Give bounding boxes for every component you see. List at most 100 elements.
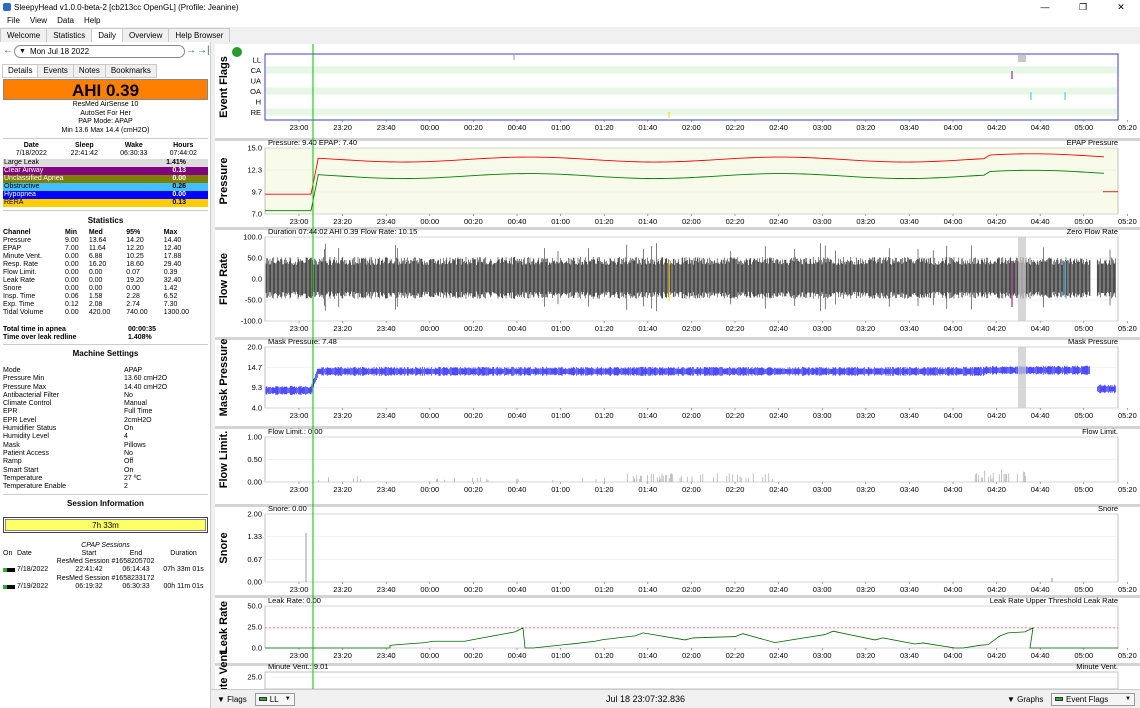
tab-daily[interactable]: Daily <box>91 28 123 43</box>
tab-details[interactable]: Details <box>2 64 39 78</box>
stats-cell: 13.64 <box>88 237 107 244</box>
menu-view[interactable]: View <box>30 16 47 25</box>
graph-title: Event Flags <box>218 56 230 118</box>
graph-title: Flow Rate <box>218 253 230 305</box>
stats-row: EPAP 7.00 11.64 12.20 12.40 <box>3 245 208 253</box>
stats-row: Resp. Rate 0.00 16.20 18.60 29.40 <box>3 261 208 269</box>
x-tick-label: 01:00 <box>551 411 570 420</box>
menu-help[interactable]: Help <box>84 16 100 25</box>
session-duration-bar[interactable]: 7h 33m <box>3 517 208 533</box>
setting-value: 13.60 cmH2O <box>124 375 168 383</box>
tab-overview[interactable]: Overview <box>122 28 170 42</box>
graph-separator[interactable] <box>215 504 1140 507</box>
total-key: Time over leak redline <box>3 334 77 341</box>
x-tick-label: 02:00 <box>682 123 701 132</box>
menu-data[interactable]: Data <box>57 16 74 25</box>
y-tick-label: 50.0 <box>247 254 262 263</box>
session-row[interactable]: 7/18/2022 22:41:42 06:14:43 07h 33m 01s <box>3 566 208 575</box>
setting-row: Temperature Enable 2 <box>3 483 208 491</box>
minimize-icon[interactable]: — <box>1026 0 1064 14</box>
x-tick-label: 00:40 <box>508 411 527 420</box>
plot-area[interactable] <box>264 346 1119 409</box>
flags-menu-button[interactable]: ▼ Flags <box>217 695 247 704</box>
flag-row-label: CA <box>251 66 261 75</box>
machine-mode: PAP Mode: APAP <box>78 118 133 125</box>
graph-select[interactable]: Event Flags ▼ <box>1051 692 1135 706</box>
x-tick-label: 05:00 <box>1074 217 1093 226</box>
stats-cell: 19.20 <box>126 277 144 284</box>
x-tick-label: 02:00 <box>682 485 701 494</box>
x-tick-label: 00:00 <box>420 485 439 494</box>
session-row[interactable]: 7/19/2022 06:19:32 06:30:33 00h 11m 01s <box>3 583 208 592</box>
x-tick-label: 04:20 <box>987 324 1006 333</box>
machine-pressure-range: Min 13.6 Max 14.4 (cmH2O) <box>61 126 150 134</box>
left-panel: ← ▼ Mon Jul 18 2022 → →| Details Events … <box>0 42 211 708</box>
x-tick-label: 23:40 <box>377 585 396 594</box>
x-tick-label: 04:00 <box>944 411 963 420</box>
tab-welcome[interactable]: Welcome <box>0 28 48 42</box>
stats-cell: 0.00 <box>65 285 79 292</box>
stats-cell: 17.88 <box>163 253 182 260</box>
menu-file[interactable]: File <box>7 16 20 25</box>
divider <box>3 344 208 345</box>
tab-help-browser[interactable]: Help Browser <box>168 28 231 42</box>
setting-row: Temperature 27 ºC <box>3 475 208 483</box>
large-leak-span <box>1018 347 1026 408</box>
setting-value: 4 <box>124 433 128 441</box>
last-day-arrow-icon[interactable]: →| <box>197 45 210 57</box>
stats-row: Exp. Time 0.12 2.08 2.74 7.30 <box>3 301 208 309</box>
restore-icon[interactable]: ❐ <box>1064 0 1102 14</box>
tab-statistics[interactable]: Statistics <box>46 28 93 42</box>
plot-area[interactable] <box>264 671 1119 689</box>
session-checkbox[interactable] <box>3 566 17 575</box>
stats-cell: Leak Rate <box>3 277 35 284</box>
graph-separator[interactable] <box>215 426 1140 429</box>
x-tick-label: 00:00 <box>420 217 439 226</box>
graph-separator[interactable] <box>215 337 1140 340</box>
graph-separator[interactable] <box>215 663 1140 666</box>
tab-events[interactable]: Events <box>37 64 74 78</box>
graph-area[interactable]: Event Flags 23:00 23:20 23:40 00:00 00:20 00:4… <box>215 44 1140 689</box>
x-tick-label: 01:20 <box>595 485 614 494</box>
col-wake: Wake <box>124 142 143 149</box>
event-row: Clear Airway 0.13 <box>3 167 208 175</box>
date-picker[interactable]: ▼ Mon Jul 18 2022 <box>14 44 185 58</box>
y-tick-label: 50.0 <box>247 602 262 611</box>
x-tick-label: 23:20 <box>333 585 352 594</box>
col-date: Date <box>23 142 39 149</box>
stats-cell: 7.00 <box>65 245 79 252</box>
x-tick-label: 23:40 <box>377 411 396 420</box>
flag-select-value: LL <box>269 694 279 704</box>
graph-legend: Mask Pressure <box>1068 337 1118 346</box>
graphs-menu-button[interactable]: ▼ Graphs <box>1007 695 1043 704</box>
next-day-arrow-icon[interactable]: → <box>185 45 197 57</box>
close-icon[interactable]: ✕ <box>1102 0 1140 14</box>
prev-day-arrow-icon[interactable]: ← <box>2 45 14 57</box>
plot-area[interactable] <box>264 147 1119 215</box>
x-tick-label: 23:00 <box>290 411 309 420</box>
flag-select[interactable]: LL ▼ <box>254 692 295 706</box>
total-key: Total time in apnea <box>3 326 66 333</box>
graph-info: Snore: 0.00 <box>268 504 307 513</box>
stats-cell: EPAP <box>3 245 22 252</box>
session-header: Date <box>17 550 32 557</box>
tab-bookmarks[interactable]: Bookmarks <box>104 64 157 78</box>
graphs-canvas[interactable]: Event Flags 23:00 23:20 23:40 00:00 00:20 00:4… <box>215 44 1140 689</box>
tab-notes[interactable]: Notes <box>72 64 106 78</box>
plot-area[interactable] <box>264 513 1119 583</box>
pin-icon[interactable] <box>232 47 242 57</box>
x-tick-label: 23:20 <box>333 217 352 226</box>
x-tick-label: 23:20 <box>333 324 352 333</box>
setting-value: Pillows <box>124 441 146 449</box>
x-tick-label: 00:40 <box>508 324 527 333</box>
session-header: End <box>129 550 143 557</box>
x-tick-label: 01:40 <box>638 324 657 333</box>
x-tick-label: 00:20 <box>464 651 483 660</box>
graphs-label: Graphs <box>1017 694 1044 704</box>
y-tick-label: 100.0 <box>243 233 262 242</box>
detail-tabs: Details Events Notes Bookmarks <box>2 64 157 78</box>
main-tabs: Welcome Statistics Daily Overview Help B… <box>0 28 231 43</box>
setting-value: Off <box>124 458 134 466</box>
total-value: 00:00:35 <box>128 326 157 333</box>
session-checkbox[interactable] <box>3 583 17 592</box>
